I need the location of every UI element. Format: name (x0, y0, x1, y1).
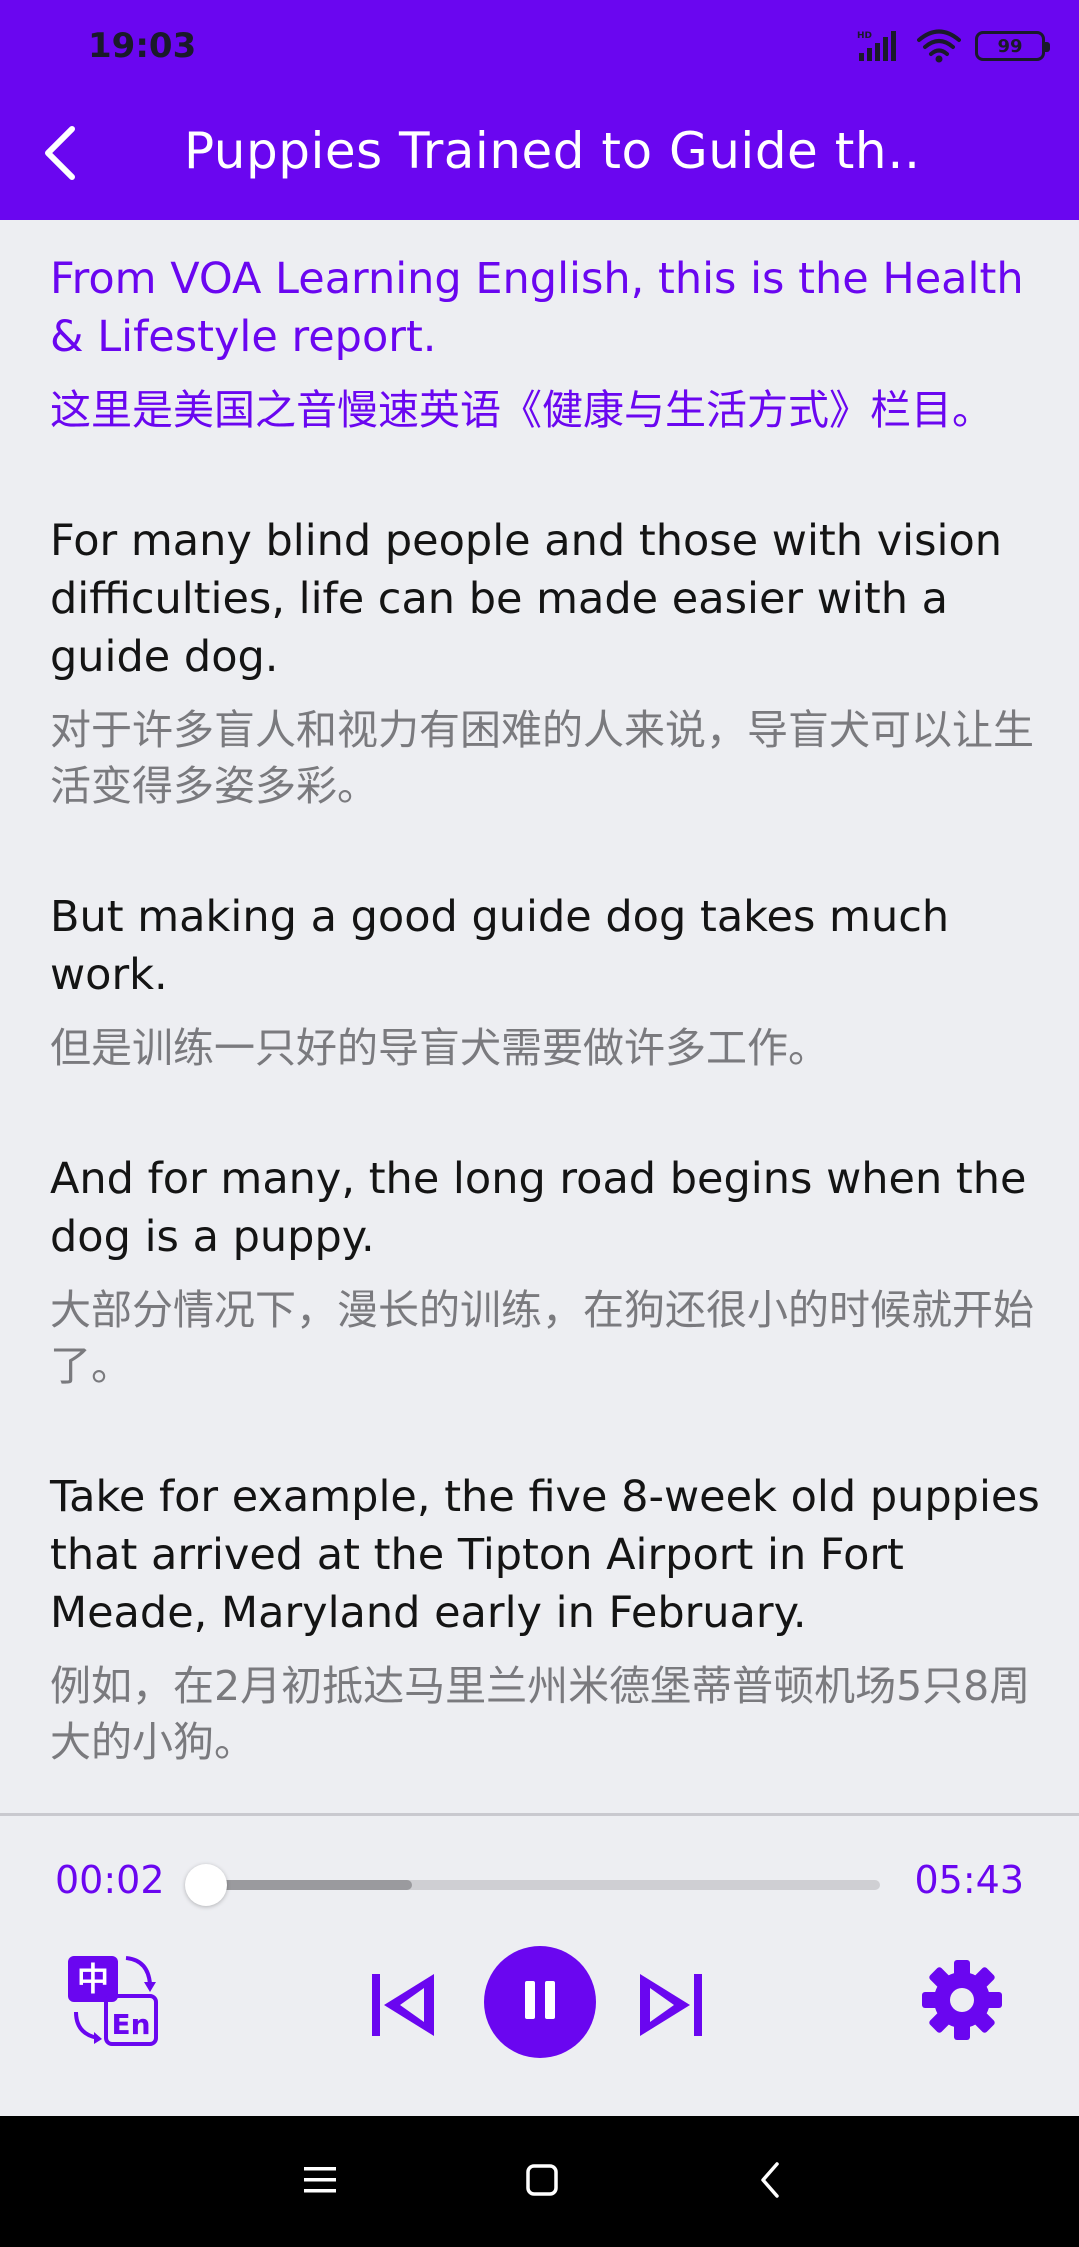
seek-thumb[interactable] (185, 1864, 228, 1906)
transcript-paragraph[interactable]: And for many, the long road begins when … (50, 1150, 1051, 1394)
transcript-list[interactable]: From VOA Learning English, this is the H… (0, 220, 1079, 1813)
transcript-paragraph-active[interactable]: From VOA Learning English, this is the H… (50, 250, 1051, 438)
chevron-left-icon (40, 123, 80, 187)
chinese-translation: 对于许多盲人和视力有困难的人来说，导盲犬可以让生活变得多姿多彩。 (50, 706, 1034, 810)
english-sentence: From VOA Learning English, this is the H… (50, 254, 1024, 362)
nav-back-button[interactable] (740, 2152, 800, 2212)
chinese-translation: 例如，在2月初抵达马里兰州米德堡蒂普顿机场5只8周大的小狗。 (50, 1662, 1031, 1766)
status-time: 19:03 (88, 26, 197, 66)
lang-en-glyph: En (111, 2008, 150, 2041)
menu-icon (302, 2164, 338, 2200)
wifi-icon (917, 29, 961, 63)
back-triangle-icon (755, 2160, 785, 2204)
chinese-translation: 这里是美国之音慢速英语《健康与生活方式》栏目。 (50, 386, 993, 434)
page-title: Puppies Trained to Guide th… (184, 122, 924, 180)
seek-bar[interactable] (185, 1864, 880, 1906)
pause-button[interactable] (484, 1946, 596, 2058)
pause-icon (515, 1975, 565, 2029)
transcript-paragraph[interactable]: Take for example, the five 8-week old pu… (50, 1468, 1051, 1770)
settings-button[interactable] (918, 1958, 1006, 2046)
transcript-paragraph[interactable]: For many blind people and those with vis… (50, 512, 1051, 814)
battery-icon: 99 (975, 31, 1050, 61)
nav-menu-button[interactable] (290, 2152, 350, 2212)
home-square-icon (524, 2162, 560, 2202)
nav-home-button[interactable] (512, 2152, 572, 2212)
english-sentence: And for many, the long road begins when … (50, 1154, 1027, 1262)
transcript-paragraph[interactable]: But making a good guide dog takes much w… (50, 888, 1051, 1076)
translate-toggle-icon: 中 En (66, 1954, 160, 2052)
audio-player: 00:02 05:43 中 En (0, 1816, 1079, 2116)
total-time: 05:43 (914, 1858, 1024, 1902)
svg-text:HD: HD (857, 31, 872, 41)
seek-buffer (202, 1880, 413, 1890)
chinese-translation: 但是训练一只好的导盲犬需要做许多工作。 (50, 1024, 829, 1072)
next-button[interactable] (632, 1966, 712, 2046)
translate-toggle-button[interactable]: 中 En (66, 1956, 160, 2050)
current-time: 00:02 (55, 1858, 165, 1902)
battery-level: 99 (997, 35, 1023, 57)
app-header: 19:03 HD 99 Puppies Trained to Guide th… (0, 0, 1079, 220)
english-sentence: Take for example, the five 8-week old pu… (50, 1472, 1040, 1638)
system-nav-bar (0, 2116, 1079, 2247)
english-sentence: For many blind people and those with vis… (50, 516, 1003, 682)
skip-next-icon (632, 1964, 712, 2048)
back-button[interactable] (30, 115, 90, 195)
previous-button[interactable] (362, 1966, 442, 2046)
status-icons: HD 99 (857, 28, 1050, 64)
settings-gear-icon (920, 1958, 1004, 2046)
skip-previous-icon (362, 1964, 442, 2048)
english-sentence: But making a good guide dog takes much w… (50, 892, 950, 1000)
hd-signal-icon: HD (857, 29, 903, 63)
lang-zh-glyph: 中 (77, 1960, 109, 1998)
chinese-translation: 大部分情况下，漫长的训练，在狗还很小的时候就开始了。 (50, 1286, 1034, 1390)
